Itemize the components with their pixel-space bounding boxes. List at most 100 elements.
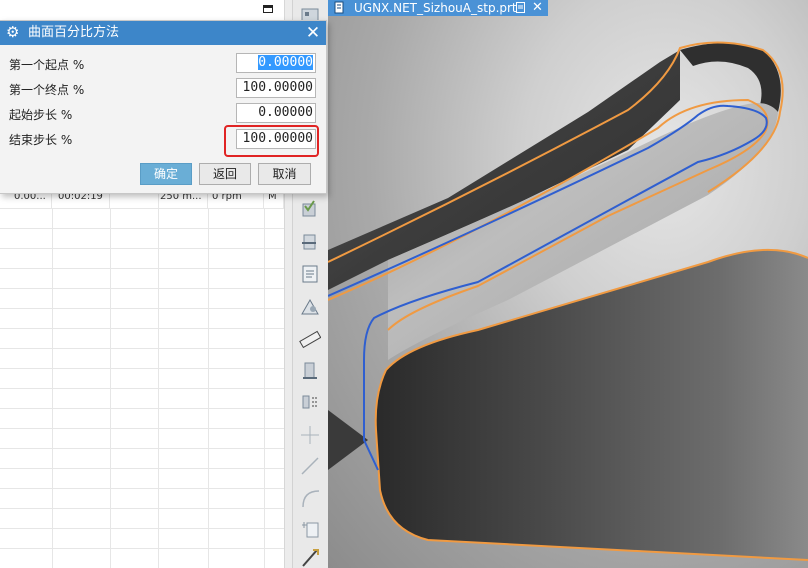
table-cell <box>208 268 265 288</box>
table-row[interactable] <box>0 468 284 489</box>
table-cell <box>208 508 265 528</box>
start-step-input[interactable]: 0.00000 <box>236 103 316 123</box>
table-cell <box>110 228 159 248</box>
table-cell <box>158 548 209 568</box>
ruler-icon[interactable] <box>299 328 321 350</box>
simulate-icon[interactable] <box>299 360 321 382</box>
surface-percentage-dialog: ⚙ 曲面百分比方法 ✕ 第一个起点 % 0.00000 第一个终点 % 100.… <box>0 20 327 194</box>
table-cell <box>208 448 265 468</box>
table-cell <box>110 208 159 228</box>
table-cell <box>158 408 209 428</box>
table-cell <box>0 268 53 288</box>
table-cell <box>264 228 284 248</box>
table-cell <box>110 408 159 428</box>
gear-icon[interactable]: ⚙ <box>6 24 22 40</box>
file-icon <box>334 1 344 14</box>
table-cell <box>52 548 111 568</box>
table-row[interactable] <box>0 408 284 429</box>
table-cell <box>264 448 284 468</box>
table-cell <box>52 408 111 428</box>
table-cell <box>0 308 53 328</box>
table-row[interactable] <box>0 368 284 389</box>
point-icon[interactable] <box>299 424 321 446</box>
table-cell <box>0 508 53 528</box>
maximize-icon[interactable] <box>263 5 273 13</box>
operation-navigator-table: 0.00... 00:02:19 250 m... 0 rpm M <box>0 188 284 568</box>
shop-doc-icon[interactable] <box>299 517 321 539</box>
table-cell <box>208 528 265 548</box>
table-cell <box>158 388 209 408</box>
back-button[interactable]: 返回 <box>199 163 251 185</box>
table-row[interactable] <box>0 428 284 449</box>
model-view[interactable] <box>328 0 808 568</box>
table-cell <box>110 348 159 368</box>
table-row[interactable] <box>0 288 284 309</box>
table-cell <box>110 508 159 528</box>
table-cell <box>264 428 284 448</box>
table-row[interactable] <box>0 488 284 509</box>
table-row[interactable] <box>0 388 284 409</box>
close-icon[interactable]: ✕ <box>302 21 324 45</box>
table-row[interactable] <box>0 328 284 349</box>
table-cell <box>110 468 159 488</box>
doc-icon[interactable] <box>516 2 525 13</box>
table-row[interactable] <box>0 208 284 229</box>
table-cell <box>208 288 265 308</box>
sphere-icon[interactable] <box>299 296 321 318</box>
cancel-button[interactable]: 取消 <box>258 163 311 185</box>
table-cell <box>0 408 53 428</box>
table-cell <box>208 428 265 448</box>
table-cell <box>0 288 53 308</box>
table-cell <box>52 368 111 388</box>
table-cell <box>264 308 284 328</box>
table-cell <box>110 368 159 388</box>
table-cell <box>264 468 284 488</box>
table-cell <box>264 548 284 568</box>
table-row[interactable] <box>0 248 284 269</box>
table-cell <box>0 488 53 508</box>
navigator-header-bar <box>0 0 284 21</box>
table-cell <box>110 388 159 408</box>
table-row[interactable] <box>0 268 284 289</box>
tab-graphics-file[interactable]: UGNX.NET_SizhouA_stp.prt ✕ <box>328 0 548 16</box>
table-cell <box>52 348 111 368</box>
arc-icon[interactable] <box>299 487 321 509</box>
table-row[interactable] <box>0 528 284 549</box>
tab-label: UGNX.NET_SizhouA_stp.prt <box>354 1 517 15</box>
table-cell <box>0 448 53 468</box>
table-row[interactable] <box>0 348 284 369</box>
table-cell <box>208 248 265 268</box>
table-cell <box>264 348 284 368</box>
table-row[interactable] <box>0 508 284 529</box>
document-icon[interactable] <box>299 263 321 285</box>
table-cell <box>110 288 159 308</box>
dialog-titlebar[interactable]: ⚙ 曲面百分比方法 ✕ <box>0 21 326 45</box>
table-cell <box>110 548 159 568</box>
post-process-icon[interactable] <box>299 393 321 415</box>
graphics-window[interactable] <box>328 0 808 568</box>
ok-button[interactable]: 确定 <box>140 163 192 185</box>
table-cell <box>52 228 111 248</box>
dialog-title: 曲面百分比方法 <box>28 25 120 40</box>
close-icon[interactable]: ✕ <box>532 0 543 16</box>
field-label-end-step: 结束步长 % <box>9 133 73 147</box>
table-cell <box>52 488 111 508</box>
table-row[interactable] <box>0 308 284 329</box>
toolpath-icon[interactable] <box>299 231 321 253</box>
table-row[interactable] <box>0 448 284 469</box>
first-end-input[interactable]: 100.00000 <box>236 78 316 98</box>
table-row[interactable] <box>0 228 284 249</box>
pencil-icon[interactable] <box>299 546 321 568</box>
table-cell <box>158 308 209 328</box>
table-cell <box>110 248 159 268</box>
table-cell <box>158 468 209 488</box>
table-row[interactable] <box>0 548 284 568</box>
first-start-input[interactable]: 0.00000 <box>236 53 316 73</box>
table-cell <box>158 288 209 308</box>
line-icon[interactable] <box>299 455 321 477</box>
table-cell <box>264 328 284 348</box>
table-cell <box>52 288 111 308</box>
verify-icon[interactable] <box>299 198 321 220</box>
table-cell <box>52 268 111 288</box>
table-cell <box>110 528 159 548</box>
